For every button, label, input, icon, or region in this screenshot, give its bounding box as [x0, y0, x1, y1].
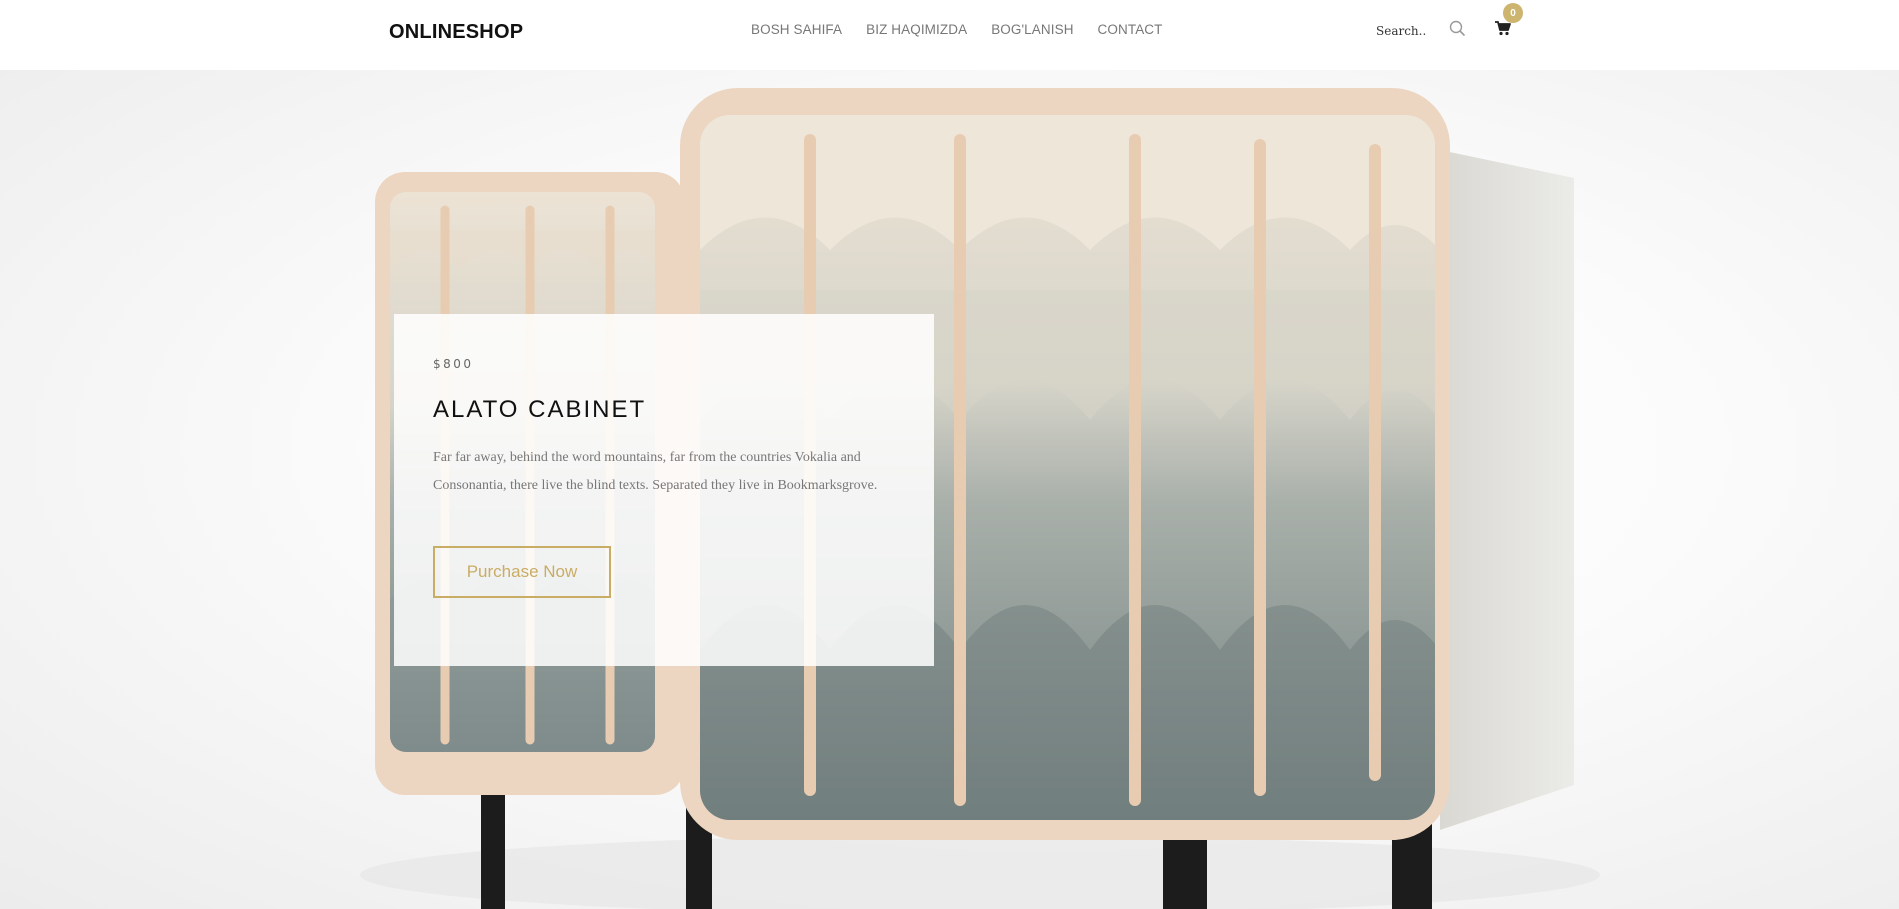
product-price: $800: [433, 357, 474, 371]
cabinet-product-image: [360, 88, 1600, 909]
main-nav: BOSH SAHIFA BIZ HAQIMIZDA BOG'LANISH CON…: [751, 22, 1187, 37]
product-title: ALATO CABINET: [433, 396, 647, 423]
product-description: Far far away, behind the word mountains,…: [433, 450, 878, 493]
nav-link-contact[interactable]: CONTACT: [1098, 22, 1163, 37]
cart-count-badge: 0: [1503, 3, 1523, 23]
product-promo-card: $800 ALATO CABINET Far far away, behind …: [394, 314, 934, 666]
nav-link-home[interactable]: BOSH SAHIFA: [751, 22, 842, 37]
nav-link-about[interactable]: BIZ HAQIMIZDA: [866, 22, 967, 37]
nav-link-contact-uz[interactable]: BOG'LANISH: [991, 22, 1073, 37]
site-header: ONLINESHOP BOSH SAHIFA BIZ HAQIMIZDA BOG…: [0, 0, 1899, 70]
hero-section: $800 ALATO CABINET Far far away, behind …: [0, 70, 1899, 909]
search-input[interactable]: [1376, 21, 1446, 41]
search-icon[interactable]: [1447, 19, 1467, 39]
site-logo[interactable]: ONLINESHOP: [389, 21, 523, 44]
purchase-now-button[interactable]: Purchase Now: [433, 546, 611, 598]
